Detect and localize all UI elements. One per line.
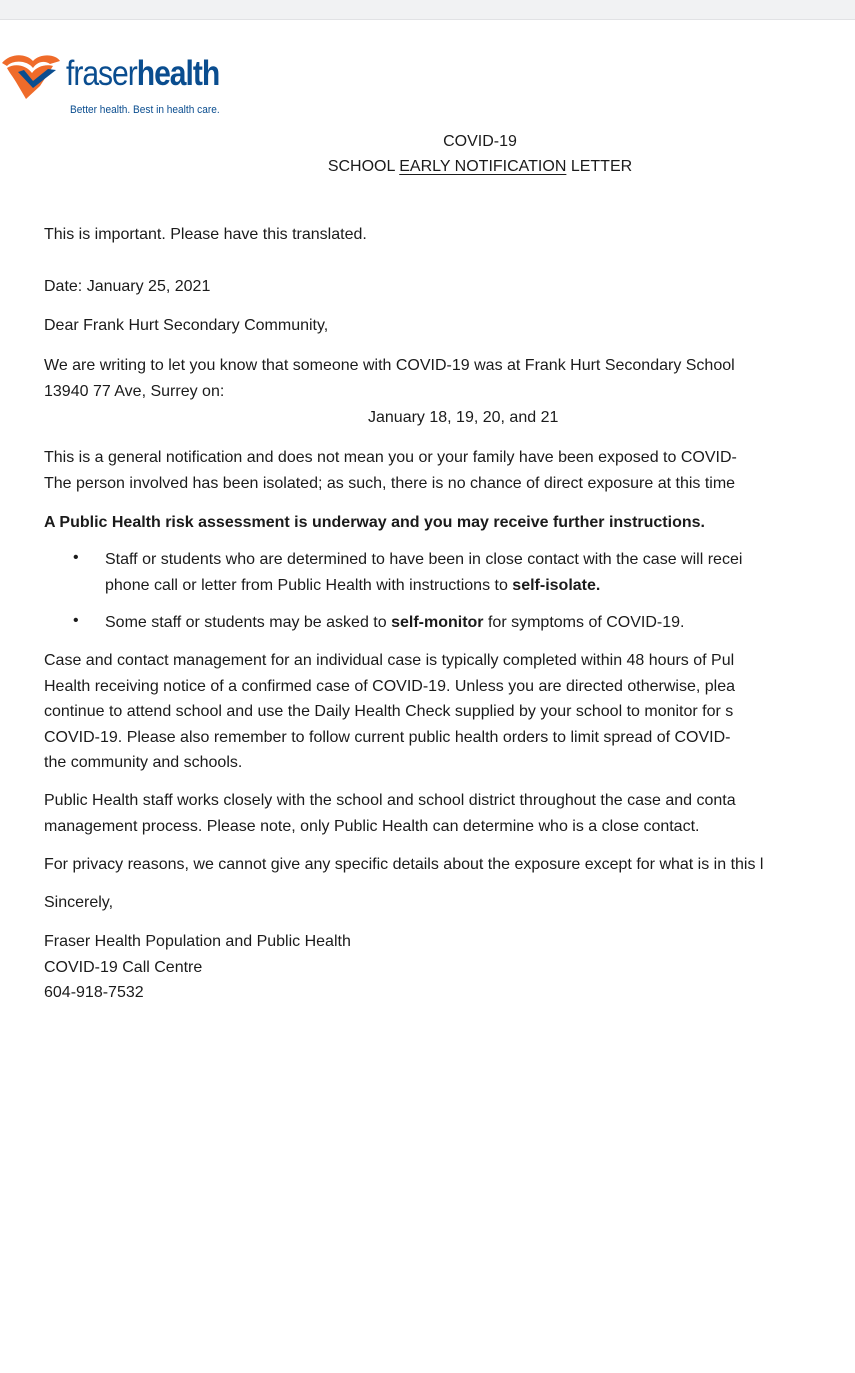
general-notification-paragraph: This is a general notification and does … [44,449,737,492]
signature-organization: Fraser Health Population and Public Heal… [44,933,351,950]
bullet-marker: • [73,612,79,629]
signature-block: Fraser Health Population and Public Heal… [44,929,351,1006]
document-page: fraserhealth Better health. Best in heal… [0,20,855,1373]
case-management-paragraph: Case and contact management for an indiv… [44,652,736,771]
fraser-health-logo: fraserhealth Better health. Best in heal… [0,52,240,122]
letter-subtitle: SCHOOL EARLY NOTIFICATION LETTER [327,158,633,175]
fraser-health-heart-icon [2,55,60,99]
closing: Sincerely, [44,894,114,911]
public-health-staff-paragraph: Public Health staff works closely with t… [44,792,736,835]
intro-paragraph: We are writing to let you know that some… [44,357,735,400]
letter-title: COVID-19 [443,133,517,150]
exposure-dates: January 18, 19, 20, and 21 [368,409,559,426]
brand-wordmark: fraserhealth [66,54,220,93]
list-item-close-contact: Staff or students who are determined to … [105,551,743,594]
bullet-marker: • [73,549,79,566]
risk-assessment-heading: A Public Health risk assessment is under… [44,514,705,531]
list-item-self-monitor: Some staff or students may be asked to s… [105,614,685,631]
letter-date: Date: January 25, 2021 [44,278,211,295]
signature-phone: 604-918-7532 [44,984,144,1001]
privacy-paragraph: For privacy reasons, we cannot give any … [44,856,764,873]
brand-tagline: Better health. Best in health care. [70,104,220,116]
signature-department: COVID-19 Call Centre [44,958,203,976]
salutation: Dear Frank Hurt Secondary Community, [44,317,329,334]
translation-notice: This is important. Please have this tran… [44,226,367,243]
viewer-top-bar [0,0,855,20]
